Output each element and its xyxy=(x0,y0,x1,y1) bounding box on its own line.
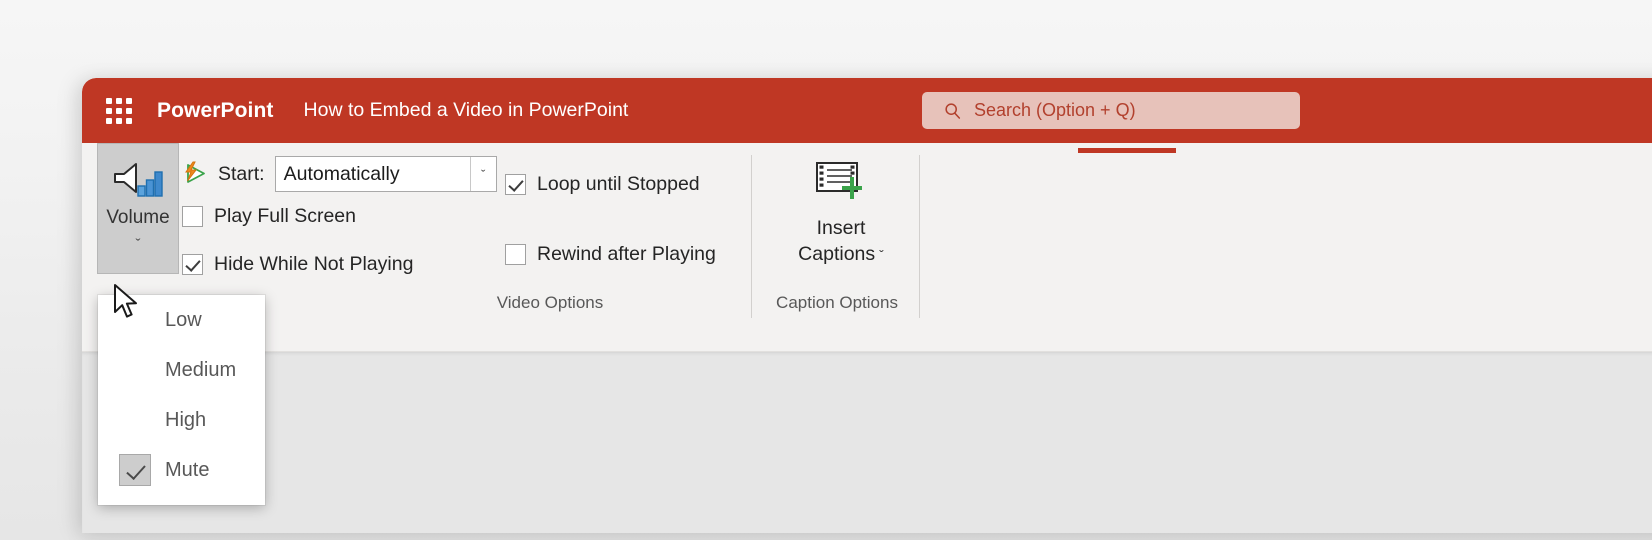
app-launcher-grid-icon[interactable] xyxy=(102,94,136,128)
checkbox-label: Rewind after Playing xyxy=(537,243,716,265)
ribbon: Volume ˇ Start: Automatically ˇ Play Ful… xyxy=(82,143,1652,352)
search-icon xyxy=(945,102,961,119)
menu-item-high[interactable]: High xyxy=(98,395,265,445)
start-playback-icon xyxy=(185,161,205,183)
title-bar: PowerPoint How to Embed a Video in Power… xyxy=(82,78,1652,143)
search-input[interactable]: Search (Option + Q) xyxy=(922,92,1300,129)
group-separator xyxy=(751,155,752,318)
volume-button[interactable]: Volume ˇ xyxy=(97,143,179,274)
menu-check-box xyxy=(119,454,151,486)
insert-captions-button[interactable]: Insert Captions ˇ xyxy=(779,151,903,268)
screenshot-stage: PowerPoint How to Embed a Video in Power… xyxy=(0,0,1652,540)
volume-dropdown-menu: Low Medium High Mute xyxy=(98,295,265,505)
group-separator xyxy=(919,155,920,318)
menu-check-box xyxy=(119,354,151,386)
menu-item-label: High xyxy=(165,408,207,431)
app-name-label: PowerPoint xyxy=(157,98,274,122)
group-label-caption-options: Caption Options xyxy=(776,293,898,312)
checkbox-hide-while-not-playing[interactable]: Hide While Not Playing xyxy=(182,253,413,276)
menu-check-box xyxy=(119,304,151,336)
checkbox-loop-until-stopped[interactable]: Loop until Stopped xyxy=(505,173,700,196)
volume-button-label: Volume xyxy=(106,207,170,228)
document-title-label: How to Embed a Video in PowerPoint xyxy=(303,99,629,121)
insert-captions-label-line2: Captions ˇ xyxy=(798,241,884,267)
insert-captions-text: Captions xyxy=(798,243,876,266)
checkbox-box[interactable] xyxy=(182,254,203,275)
active-tab-indicator xyxy=(1078,148,1176,153)
group-label-video-options: Video Options xyxy=(496,293,604,312)
menu-item-low[interactable]: Low xyxy=(98,295,265,345)
start-label: Start: xyxy=(218,162,265,185)
start-select[interactable]: Automatically ˇ xyxy=(274,156,497,192)
insert-captions-icon xyxy=(816,162,862,199)
chevron-down-icon[interactable]: ˇ xyxy=(469,157,496,191)
insert-captions-label-line1: Insert xyxy=(816,217,866,239)
menu-item-label: Low xyxy=(165,308,202,331)
menu-item-medium[interactable]: Medium xyxy=(98,345,265,395)
chevron-down-icon[interactable]: ˇ xyxy=(879,247,884,263)
checkbox-box[interactable] xyxy=(505,244,526,265)
checkbox-label: Hide While Not Playing xyxy=(214,253,414,275)
menu-item-label: Medium xyxy=(165,358,237,381)
menu-item-mute[interactable]: Mute xyxy=(98,445,265,495)
slide-canvas-area[interactable] xyxy=(82,352,1652,533)
chevron-down-icon: ˇ xyxy=(135,236,141,253)
start-row: Start: Automatically ˇ xyxy=(182,156,497,192)
checkbox-label: Play Full Screen xyxy=(214,205,356,227)
checkbox-box[interactable] xyxy=(505,174,526,195)
search-placeholder-text: Search (Option + Q) xyxy=(974,100,1136,120)
checkbox-play-full-screen[interactable]: Play Full Screen xyxy=(182,205,356,228)
powerpoint-window: PowerPoint How to Embed a Video in Power… xyxy=(82,78,1652,533)
checkbox-rewind-after-playing[interactable]: Rewind after Playing xyxy=(505,243,716,266)
checkbox-label: Loop until Stopped xyxy=(537,173,700,195)
volume-speaker-icon xyxy=(114,163,163,197)
checkbox-box[interactable] xyxy=(182,206,203,227)
start-selected-value: Automatically xyxy=(283,162,400,185)
menu-item-label: Mute xyxy=(165,458,210,481)
menu-check-box xyxy=(119,404,151,436)
